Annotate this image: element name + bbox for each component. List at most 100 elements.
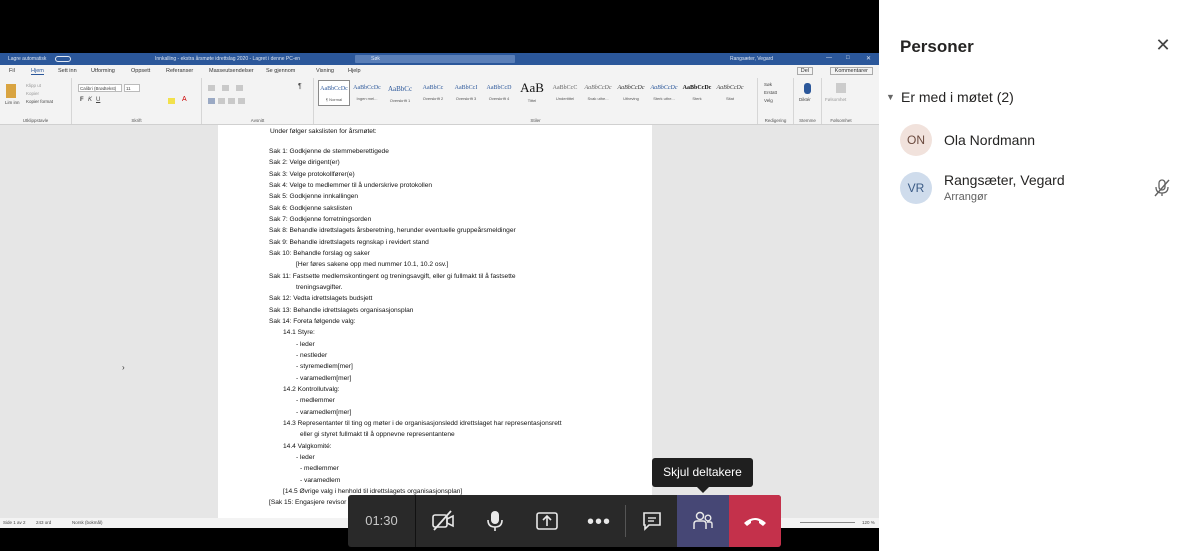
doc-line: Sak 14: Foreta følgende valg: bbox=[269, 318, 356, 325]
autosave-toggle[interactable] bbox=[55, 56, 71, 62]
italic-icon[interactable]: K bbox=[88, 97, 92, 103]
autosave-label: Lagre automatisk bbox=[8, 56, 47, 62]
camera-off-button[interactable] bbox=[417, 495, 469, 547]
proofing-language[interactable]: Norsk (bokmål) bbox=[72, 520, 103, 525]
style-quote[interactable]: AaBbCcDc Sitat bbox=[714, 80, 746, 106]
panel-title: Personer bbox=[900, 37, 974, 56]
align-left-icon[interactable] bbox=[208, 98, 215, 104]
in-meeting-section-header[interactable]: ▼ Er med i møtet (2) bbox=[886, 89, 1014, 105]
font-name-select[interactable]: Calibri (Brødtekst) bbox=[78, 84, 122, 92]
doc-line: Sak 9: Behandle idrettslagets regnskap i… bbox=[269, 239, 429, 246]
menu-fil[interactable]: Fil bbox=[9, 68, 15, 74]
participant-name: Rangsæter, Vegard bbox=[944, 172, 1065, 188]
word-count[interactable]: 243 ord bbox=[36, 520, 51, 525]
more-actions-button[interactable]: ••• bbox=[573, 495, 625, 547]
zoom-level[interactable]: 120 % bbox=[862, 520, 875, 525]
cut-button[interactable]: Klipp ut bbox=[26, 83, 41, 88]
zoom-slider[interactable] bbox=[800, 522, 855, 523]
share-screen-button[interactable] bbox=[521, 495, 573, 547]
participant-item[interactable]: VR Rangsæter, Vegard Arrangør bbox=[900, 172, 1180, 212]
font-size-select[interactable]: 11 bbox=[124, 84, 140, 92]
more-options-icon: ••• bbox=[586, 511, 611, 533]
minimize-icon[interactable]: — bbox=[826, 55, 832, 61]
dictate-label: Diktér bbox=[799, 97, 811, 102]
close-window-icon[interactable]: ✕ bbox=[866, 55, 871, 62]
word-ribbon: Lim inn Klipp ut Kopier Kopier format Ut… bbox=[0, 77, 879, 125]
style-normal[interactable]: AaBbCcDc ¶ Normal bbox=[318, 80, 350, 106]
paste-icon[interactable] bbox=[6, 84, 16, 98]
select-button[interactable]: Velg bbox=[764, 98, 773, 103]
style-no-spacing[interactable]: AaBbCcDc Ingen mel... bbox=[351, 80, 383, 106]
show-participants-button[interactable] bbox=[677, 495, 729, 547]
doc-line: [Her føres sakene opp med nummer 10.1, 1… bbox=[296, 261, 449, 268]
ribbon-group-font: Calibri (Brødtekst) 11 F K U A Skrift bbox=[72, 78, 202, 124]
close-icon[interactable]: ✕ bbox=[1154, 36, 1172, 54]
ribbon-label-voice: Stemme bbox=[799, 118, 816, 123]
replace-button[interactable]: Erstatt bbox=[764, 90, 777, 95]
underline-icon[interactable]: U bbox=[96, 97, 100, 103]
bullets-icon[interactable] bbox=[208, 85, 215, 91]
font-color-icon[interactable]: A bbox=[182, 96, 187, 103]
word-search-box[interactable]: Søk bbox=[355, 55, 515, 63]
ribbon-label-sensitivity: Følsomhet bbox=[830, 118, 852, 123]
style-subtle-emphasis[interactable]: AaBbCcDc Svak uthe... bbox=[582, 80, 614, 106]
menu-hjem[interactable]: Hjem bbox=[31, 68, 44, 75]
justify-icon[interactable] bbox=[238, 98, 245, 104]
style-heading-4[interactable]: AaBbCcD Overskrift 4 bbox=[483, 80, 515, 106]
maximize-icon[interactable]: □ bbox=[846, 55, 850, 61]
style-subtitle[interactable]: AaBbCcC Undertittel bbox=[549, 80, 581, 106]
doc-line: eller gi styret fullmakt til å oppnevne … bbox=[300, 431, 455, 438]
menu-hjelp[interactable]: Hjelp bbox=[348, 68, 361, 74]
comments-button[interactable]: Kommentarer bbox=[829, 67, 873, 75]
format-painter-button[interactable]: Kopier format bbox=[26, 99, 53, 104]
align-right-icon[interactable] bbox=[228, 98, 235, 104]
share-document-button[interactable]: Del bbox=[796, 67, 813, 75]
style-emphasis[interactable]: AaBbCcDc Utheving bbox=[615, 80, 647, 106]
menu-referanser[interactable]: Referanser bbox=[166, 68, 193, 74]
doc-line: - medlemmer bbox=[300, 465, 339, 472]
hang-up-button[interactable] bbox=[729, 495, 781, 547]
pilcrow-icon[interactable]: ¶ bbox=[298, 83, 302, 90]
people-icon bbox=[693, 511, 713, 529]
style-strong[interactable]: AaBbCcDc Sterk bbox=[681, 80, 713, 106]
style-heading-2[interactable]: AaBbCc Overskrift 2 bbox=[417, 80, 449, 106]
participant-role: Arrangør bbox=[944, 191, 988, 203]
menu-oppsett[interactable]: Oppsett bbox=[131, 68, 150, 74]
word-menu-bar: Fil Hjem Sett inn Utforming Oppsett Refe… bbox=[0, 65, 879, 77]
page-count[interactable]: Side 1 av 2 bbox=[3, 520, 26, 525]
doc-line: Sak 2: Velge dirigent(er) bbox=[269, 159, 340, 166]
document-page[interactable]: Under følger sakslisten for årsmøtet: Sa… bbox=[218, 125, 652, 518]
bold-icon[interactable]: F bbox=[80, 97, 84, 103]
doc-line: Sak 13: Behandle idrettslagets organisas… bbox=[269, 307, 414, 314]
dictate-icon[interactable] bbox=[804, 83, 811, 94]
highlight-color-icon[interactable] bbox=[168, 98, 175, 104]
microphone-button[interactable] bbox=[469, 495, 521, 547]
sensitivity-label: Følsomhet bbox=[825, 97, 847, 102]
show-conversation-button[interactable] bbox=[626, 495, 678, 547]
numbering-icon[interactable] bbox=[222, 85, 229, 91]
word-user-name: Rangsæter, Vegard bbox=[730, 56, 774, 62]
multilevel-list-icon[interactable] bbox=[236, 85, 243, 91]
sensitivity-icon[interactable] bbox=[836, 83, 846, 93]
menu-utforming[interactable]: Utforming bbox=[91, 68, 115, 74]
find-button[interactable]: Søk bbox=[764, 82, 772, 87]
doc-line: [14.5 Øvrige valg i henhold til idrettsl… bbox=[283, 488, 463, 495]
doc-line: Sak 5: Godkjenne innkallingen bbox=[269, 193, 359, 200]
chat-icon bbox=[643, 512, 661, 531]
doc-line: 14.1 Styre: bbox=[283, 329, 315, 336]
menu-se-gjennom[interactable]: Se gjennom bbox=[266, 68, 295, 74]
doc-line: 14.3 Representanter til ting og møter i … bbox=[283, 420, 562, 427]
style-heading-1[interactable]: AaBbCc Overskrift 1 bbox=[384, 80, 416, 106]
participant-item[interactable]: ON Ola Nordmann bbox=[900, 124, 1180, 164]
copy-button[interactable]: Kopier bbox=[26, 91, 39, 96]
style-heading-3[interactable]: AaBbCcI Overskrift 3 bbox=[450, 80, 482, 106]
avatar: ON bbox=[900, 124, 932, 156]
style-title[interactable]: AaB Tittel bbox=[516, 80, 548, 106]
menu-masseutsendelser[interactable]: Masseutsendelser bbox=[209, 68, 254, 74]
microphone-icon bbox=[487, 511, 503, 531]
ribbon-group-clipboard: Lim inn Klipp ut Kopier Kopier format Ut… bbox=[0, 78, 72, 124]
menu-sett-inn[interactable]: Sett inn bbox=[58, 68, 77, 74]
style-intense-emphasis[interactable]: AaBbCcDc Sterk uthe... bbox=[648, 80, 680, 106]
menu-visning[interactable]: Visning bbox=[316, 68, 334, 74]
align-center-icon[interactable] bbox=[218, 98, 225, 104]
